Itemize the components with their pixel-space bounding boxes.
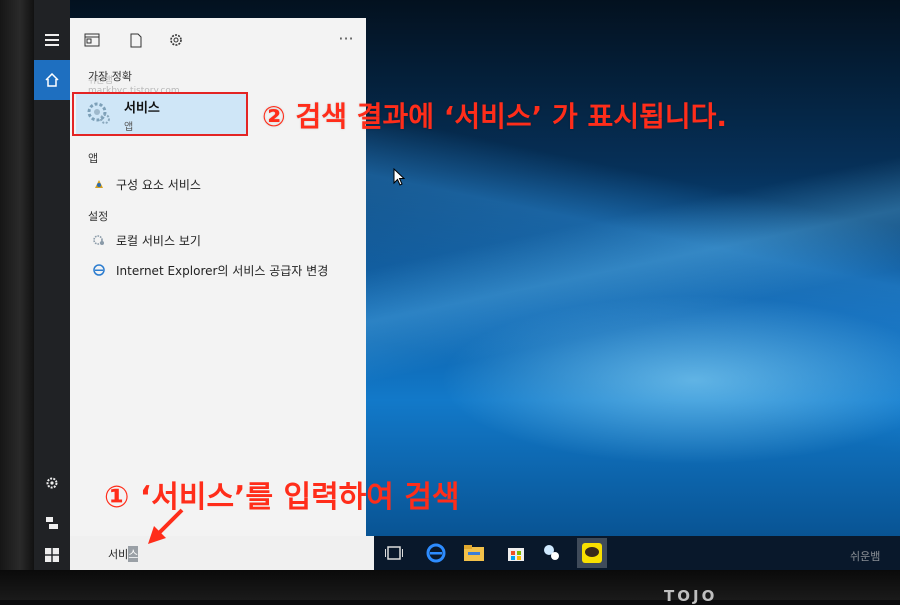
watermark: 쉬운뱀 — [850, 550, 881, 563]
setting-result-label: 로컬 서비스 보기 — [116, 233, 201, 248]
kakaotalk-icon[interactable] — [577, 538, 607, 568]
search-typed-text: 서비 — [108, 548, 129, 561]
component-services-icon — [92, 177, 106, 191]
highlight-box — [72, 92, 248, 136]
start-rail — [34, 0, 70, 570]
local-services-icon — [92, 233, 106, 247]
setting-result-ie-provider[interactable]: Internet Explorer의 서비스 공급자 변경 — [70, 258, 366, 282]
search-input[interactable]: 서비스 — [70, 536, 374, 570]
app-result-label: 구성 요소 서비스 — [116, 177, 201, 192]
panel-header: ··· — [70, 18, 366, 62]
file-explorer-icon[interactable] — [462, 541, 486, 565]
hamburger-icon[interactable] — [34, 22, 70, 58]
best-match-label: 가장 정확 — [88, 70, 132, 83]
search-input-value: 서비스 — [108, 546, 139, 562]
ie-provider-icon — [92, 263, 106, 277]
cursor-icon — [393, 168, 406, 186]
settings-gear-icon[interactable] — [34, 465, 70, 501]
app-result-component-services[interactable]: 구성 요소 서비스 — [70, 172, 366, 196]
home-icon[interactable] — [34, 60, 70, 100]
monitor-brand: TOJO — [664, 587, 718, 605]
setting-result-label: Internet Explorer의 서비스 공급자 변경 — [116, 263, 329, 278]
search-selected-text: 스 — [128, 546, 139, 562]
setting-result-local-services[interactable]: 로컬 서비스 보기 — [70, 228, 366, 252]
document-icon[interactable] — [126, 30, 146, 50]
gear-icon[interactable] — [166, 30, 186, 50]
annotation-step-2: ② 검색 결과에 ‘서비스’ 가 표시됩니다. — [262, 100, 727, 133]
annotation-arrow — [148, 508, 184, 544]
edge-icon[interactable] — [424, 541, 448, 565]
apps-grid-icon[interactable] — [82, 30, 102, 50]
store-icon[interactable] — [504, 541, 528, 565]
user-icon[interactable] — [34, 505, 70, 541]
task-view-icon[interactable] — [382, 541, 406, 565]
apps-section-label: 앱 — [88, 152, 99, 165]
people-icon[interactable] — [539, 541, 563, 565]
windows-icon[interactable] — [34, 537, 70, 573]
settings-section-label: 설정 — [88, 210, 109, 223]
more-icon[interactable]: ··· — [336, 28, 356, 48]
monitor-bezel — [0, 570, 900, 600]
